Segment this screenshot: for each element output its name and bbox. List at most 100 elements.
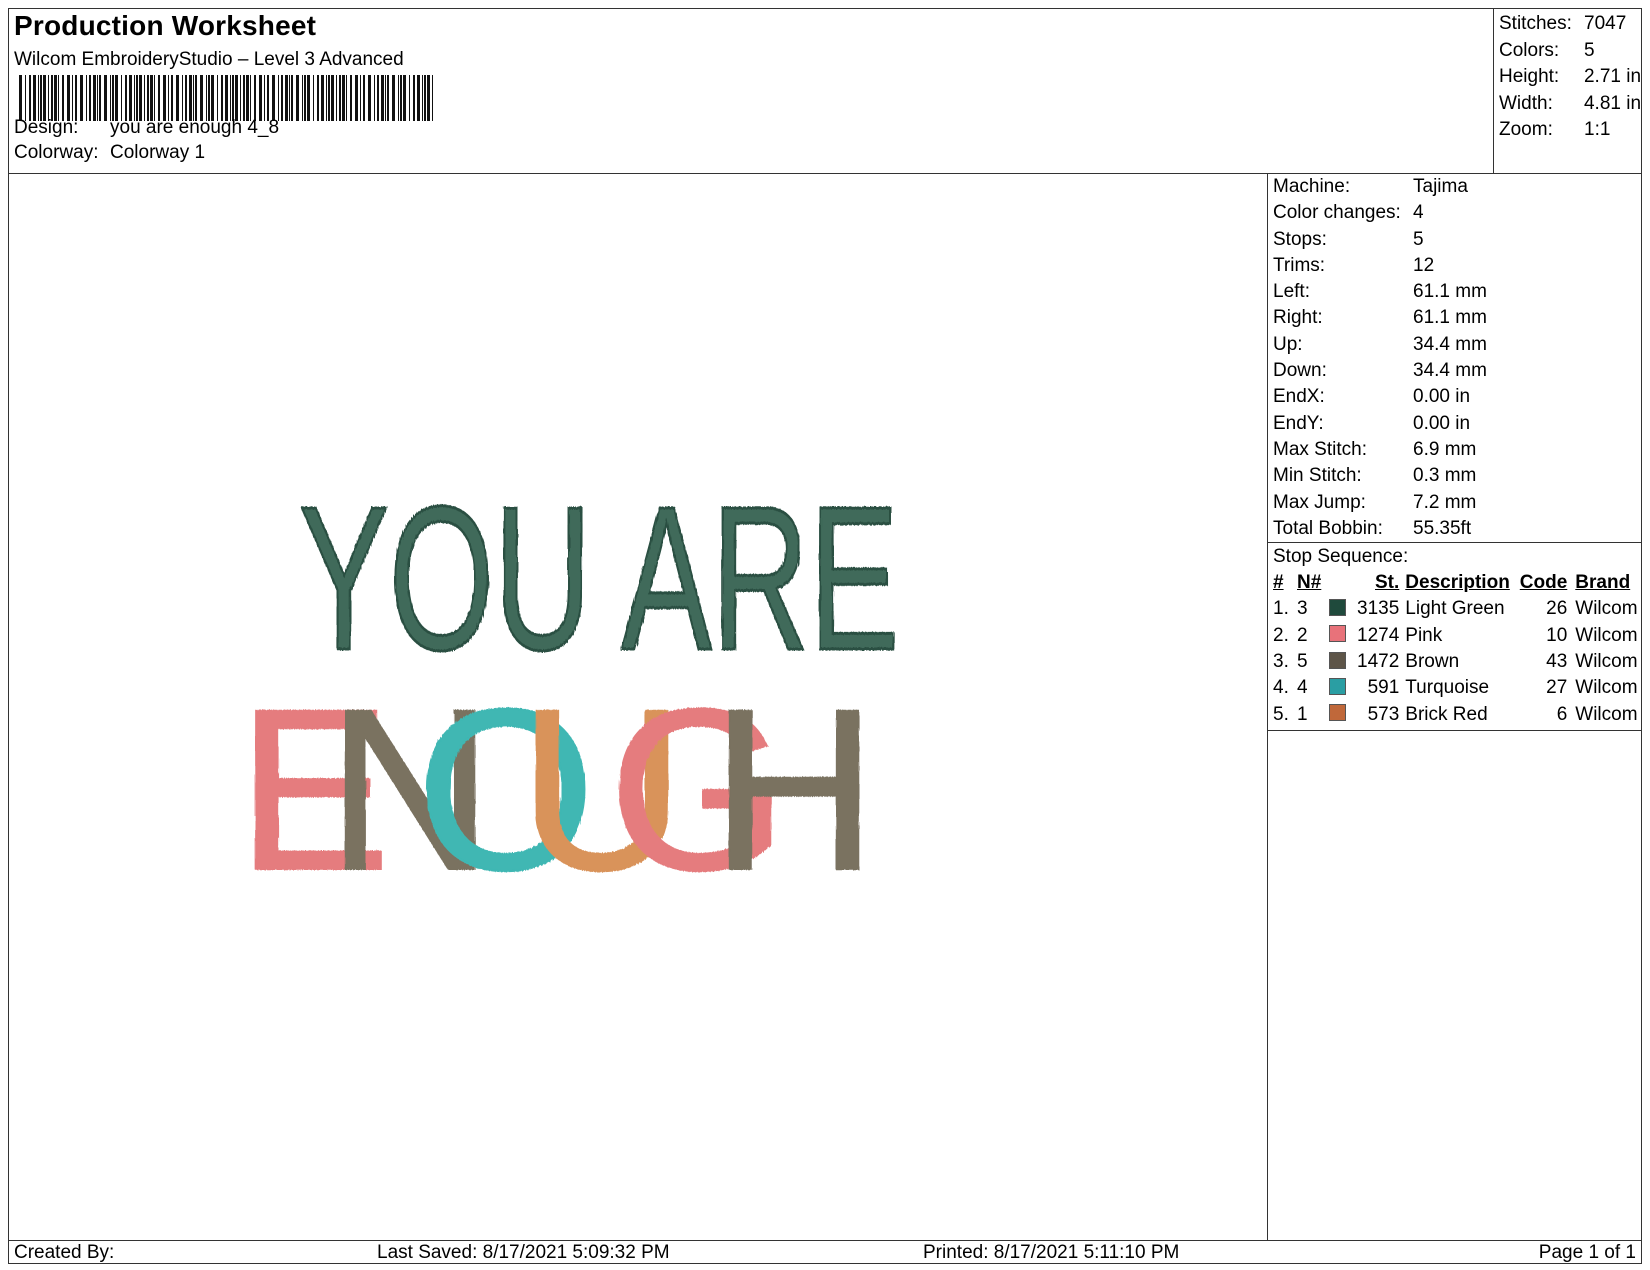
needle-number: 4 — [1297, 677, 1308, 699]
param-label: EndX: — [1273, 386, 1325, 408]
needle-number: 5 — [1297, 651, 1308, 673]
color-swatch — [1329, 702, 1357, 728]
colorway-row: Colorway: Colorway 1 — [14, 142, 205, 164]
param-value: 61.1 mm — [1413, 307, 1487, 329]
param-value: 0.00 in — [1413, 412, 1471, 434]
stitch-count: 591 — [1367, 677, 1400, 699]
color-swatch — [1329, 623, 1357, 649]
param-label: Machine: — [1273, 176, 1351, 197]
stop-sequence-section: Stop Sequence: # N# St. Description Code… — [1268, 543, 1641, 731]
stop-row: 5. 1 573 Brick Red 6 Wilcom — [1268, 702, 1640, 728]
design-text-line2: ENOUGH — [236, 660, 878, 919]
stop-index: 5. — [1273, 703, 1289, 725]
color-code: 10 — [1546, 624, 1568, 646]
swatch-icon — [1329, 598, 1346, 616]
param-value: 34.4 mm — [1413, 360, 1487, 382]
last-saved: Last Saved: 8/17/2021 5:09:32 PM — [377, 1242, 670, 1263]
param-label: Total Bobbin: — [1273, 517, 1383, 539]
param-row: Left: 61.1 mm — [1268, 279, 1641, 305]
stop-sequence-header: # N# St. Description Code Brand — [1268, 570, 1640, 596]
param-row: Trims: 12 — [1268, 253, 1641, 279]
created-by: Created By: — [14, 1242, 115, 1263]
col-code: Code — [1519, 572, 1568, 594]
machine-parameters: Machine: Tajima Color changes: 4 Stops: 5 Trim… — [1268, 174, 1641, 544]
param-row: Color changes: 4 — [1268, 200, 1641, 226]
printed-date: Printed: 8/17/2021 5:11:10 PM — [923, 1242, 1180, 1263]
stop-index: 4. — [1273, 677, 1289, 699]
param-label: Up: — [1273, 333, 1303, 355]
color-swatch — [1329, 596, 1357, 622]
stitch-count: 1472 — [1357, 651, 1400, 673]
swatch-icon — [1329, 651, 1346, 669]
col-num: # — [1273, 572, 1284, 594]
summary-row: Stitches: 7047 — [1494, 11, 1641, 38]
stop-sequence-table: # N# St. Description Code Brand 1. 3 3135 L… — [1268, 570, 1640, 728]
machine-info-panel: Machine: Tajima Color changes: 4 Stops: 5 Trim… — [1267, 174, 1641, 1240]
param-label: Max Stitch: — [1273, 438, 1367, 460]
summary-row: Colors: 5 — [1494, 38, 1641, 65]
summary-label: Zoom: — [1499, 119, 1553, 140]
param-row: EndY: 0.00 in — [1268, 411, 1641, 437]
col-brand: Brand — [1575, 572, 1631, 594]
design-summary: Stitches: 7047 Colors: 5 Height: 2.71 in Wi… — [1493, 9, 1641, 174]
col-stitches: St. — [1375, 572, 1400, 594]
summary-row: Zoom: 1:1 — [1494, 117, 1641, 144]
color-swatch — [1329, 675, 1357, 701]
param-row: Total Bobbin: 55.35ft — [1268, 516, 1641, 542]
design-label: Design: — [14, 117, 79, 138]
param-label: Right: — [1273, 307, 1323, 329]
thread-brand: Wilcom — [1575, 598, 1638, 620]
page-title: Production Worksheet — [14, 10, 317, 41]
summary-label: Height: — [1499, 66, 1560, 87]
param-row: Up: 34.4 mm — [1268, 332, 1641, 358]
thread-brand: Wilcom — [1575, 703, 1638, 725]
param-row: Down: 34.4 mm — [1268, 358, 1641, 384]
summary-label: Stitches: — [1499, 13, 1572, 34]
needle-number: 2 — [1297, 624, 1308, 646]
color-description: Turquoise — [1405, 677, 1490, 699]
worksheet-header: Production Worksheet Wilcom EmbroiderySt… — [9, 9, 1493, 174]
software-name: Wilcom EmbroideryStudio – Level 3 Advanc… — [14, 49, 404, 70]
colorway-label: Colorway: — [14, 142, 99, 163]
color-code: 43 — [1546, 651, 1568, 673]
param-value: 4 — [1413, 202, 1424, 224]
param-value: 61.1 mm — [1413, 281, 1487, 303]
page-number: Page 1 of 1 — [1538, 1242, 1636, 1263]
production-worksheet: Production Worksheet Wilcom EmbroiderySt… — [8, 8, 1642, 1264]
summary-value: 2.71 in — [1583, 66, 1642, 87]
swatch-icon — [1329, 625, 1346, 643]
param-value: 5 — [1413, 228, 1424, 250]
stitch-count: 1274 — [1357, 624, 1400, 646]
col-needle: N# — [1297, 572, 1322, 594]
thread-brand: Wilcom — [1575, 677, 1638, 699]
color-code: 27 — [1546, 677, 1568, 699]
stitch-count: 3135 — [1357, 598, 1400, 620]
embroidery-design-image: YOU ARE ENOUGH — [236, 463, 900, 920]
swatch-icon — [1329, 677, 1346, 695]
summary-label: Width: — [1499, 92, 1553, 114]
param-label: Min Stitch: — [1273, 465, 1362, 487]
param-row: Machine: Tajima — [1268, 174, 1641, 200]
needle-number: 1 — [1297, 703, 1308, 725]
param-row: Max Stitch: 6.9 mm — [1268, 437, 1641, 463]
color-swatch — [1329, 649, 1357, 675]
param-value: 0.3 mm — [1413, 465, 1477, 487]
design-preview: YOU ARE ENOUGH — [9, 174, 1267, 1240]
param-value: 55.35ft — [1413, 517, 1472, 539]
param-label: Stops: — [1273, 228, 1327, 250]
param-row: Right: 61.1 mm — [1268, 305, 1641, 331]
param-value: 12 — [1413, 254, 1435, 276]
color-description: Pink — [1405, 624, 1443, 646]
stop-row: 2. 2 1274 Pink 10 Wilcom — [1268, 623, 1640, 649]
summary-value: 7047 — [1584, 13, 1627, 34]
design-text-line1: YOU ARE — [299, 464, 899, 693]
barcode — [19, 75, 433, 121]
design-value: you are enough 4_8 — [110, 117, 280, 138]
col-description: Description — [1405, 572, 1510, 594]
stop-row: 3. 5 1472 Brown 43 Wilcom — [1268, 649, 1640, 675]
summary-row: Width: 4.81 in — [1494, 91, 1641, 118]
param-value: 0.00 in — [1413, 386, 1471, 408]
summary-label: Colors: — [1499, 39, 1560, 61]
param-row: EndX: 0.00 in — [1268, 384, 1641, 410]
summary-row: Height: 2.71 in — [1494, 64, 1641, 91]
